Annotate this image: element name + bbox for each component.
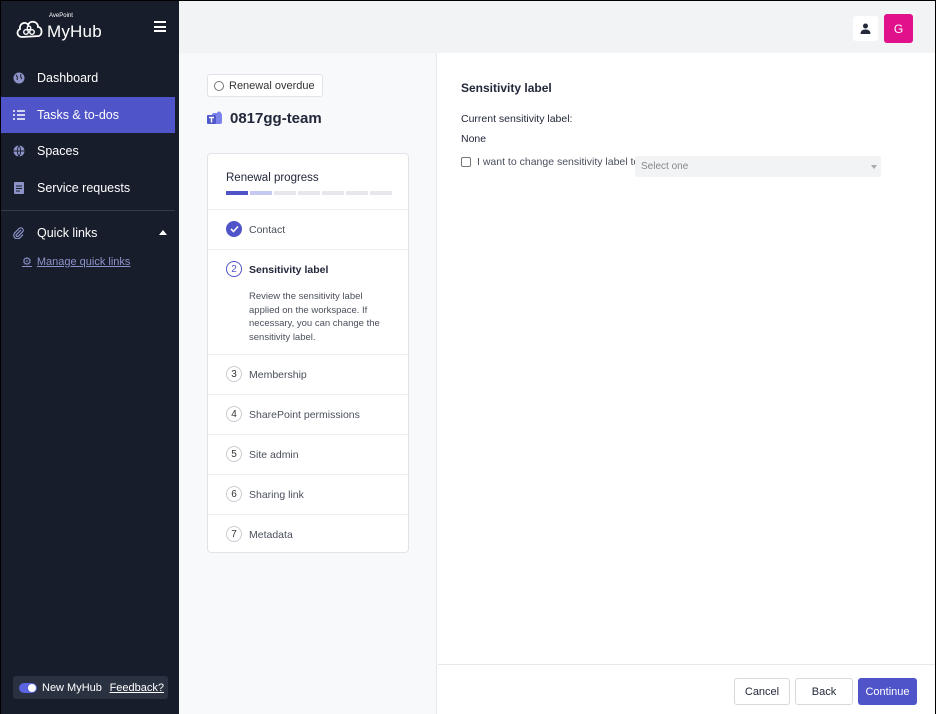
sidebar-item-label: Spaces — [37, 144, 79, 158]
sidebar-item-service-requests[interactable]: Service requests — [1, 170, 175, 206]
feedback-link[interactable]: Feedback? — [110, 682, 164, 694]
sidebar-item-spaces[interactable]: Spaces — [1, 133, 175, 169]
workspace-name: 0817gg-team — [230, 110, 322, 127]
step-membership[interactable]: 3 Membership — [208, 354, 408, 394]
user-profile-button[interactable] — [853, 16, 878, 41]
step-metadata[interactable]: 7 Metadata — [208, 514, 408, 552]
back-button[interactable]: Back — [795, 678, 853, 705]
globe-icon — [13, 72, 25, 84]
sidebar-item-tasks[interactable]: Tasks & to-dos — [1, 96, 175, 133]
step-number: 6 — [226, 486, 242, 502]
check-icon — [226, 221, 242, 237]
brand-name: MyHub — [47, 22, 102, 41]
manage-quick-links-link[interactable]: ⚙ Manage quick links — [1, 251, 175, 273]
current-label-title: Current sensitivity label: — [461, 113, 573, 125]
globe-icon — [13, 145, 25, 157]
new-myhub-bar: New MyHub Feedback? — [13, 676, 168, 699]
step-sharing-link[interactable]: 6 Sharing link — [208, 474, 408, 514]
step-number: 2 — [226, 261, 242, 277]
renewal-progress-card: Renewal progress Contact 2 Sensitivity l… — [207, 153, 409, 553]
progress-segment — [322, 191, 344, 195]
progress-bar — [226, 191, 392, 195]
sidebar-nav: Dashboard Tasks & to-dos Spaces Service … — [1, 60, 175, 273]
progress-segment — [250, 191, 272, 195]
sidebar-item-label: Tasks & to-dos — [37, 107, 119, 122]
quick-links-toggle[interactable]: Quick links — [1, 215, 175, 251]
sidebar: AvePoint MyHub Dashboard Tasks & to-dos … — [0, 0, 179, 714]
step-label: Sensitivity label — [249, 264, 329, 276]
workspace-header: 0817gg-team — [207, 110, 322, 127]
quick-links-label: Quick links — [37, 225, 98, 240]
cancel-button[interactable]: Cancel — [734, 678, 790, 705]
circle-icon — [214, 80, 224, 91]
workspace-panel: Renewal overdue 0817gg-team Renewal prog… — [179, 53, 437, 714]
step-number: 3 — [226, 366, 242, 382]
manage-quick-links-label: Manage quick links — [36, 255, 131, 268]
step-label: Metadata — [249, 529, 293, 541]
caret-up-icon — [159, 229, 167, 235]
sidebar-item-label: Dashboard — [37, 71, 99, 85]
sensitivity-label-panel: Sensitivity label Current sensitivity la… — [438, 53, 936, 714]
continue-button[interactable]: Continue — [858, 678, 917, 705]
progress-segment — [274, 191, 296, 195]
step-label: Sharing link — [249, 489, 304, 501]
new-myhub-label: New MyHub — [42, 681, 102, 694]
step-label: Contact — [249, 224, 286, 236]
chevron-down-icon — [871, 165, 877, 169]
sidebar-item-label: Service requests — [37, 180, 131, 195]
step-number: 7 — [226, 526, 242, 542]
progress-segment — [298, 191, 320, 195]
paperclip-icon — [13, 226, 25, 239]
brand-small-text: AvePoint — [49, 13, 73, 19]
status-badge: Renewal overdue — [207, 74, 323, 97]
current-label-value: None — [461, 133, 487, 145]
avatar[interactable]: G — [884, 14, 913, 43]
section-title: Sensitivity label — [461, 81, 552, 95]
step-label: SharePoint permissions — [249, 409, 360, 421]
new-myhub-toggle[interactable] — [19, 682, 37, 693]
select-placeholder: Select one — [641, 161, 689, 172]
user-icon — [860, 23, 871, 34]
cloud-logo-icon — [16, 20, 43, 38]
teams-icon — [207, 111, 222, 124]
sidebar-item-dashboard[interactable]: Dashboard — [1, 60, 175, 96]
progress-segment — [346, 191, 368, 195]
progress-segment — [370, 191, 392, 195]
sidebar-divider — [1, 209, 175, 211]
myhub-logo[interactable]: AvePoint MyHub — [15, 13, 102, 44]
step-sensitivity-label[interactable]: 2 Sensitivity label Review the sensitivi… — [208, 249, 408, 354]
step-number: 5 — [226, 446, 242, 462]
status-text: Renewal overdue — [229, 79, 315, 92]
document-icon — [13, 181, 25, 194]
progress-segment — [226, 191, 248, 195]
change-label-text: I want to change sensitivity label to — [477, 156, 640, 168]
checklist-icon — [13, 109, 25, 121]
sensitivity-label-select[interactable]: Select one — [635, 156, 881, 177]
top-bar: G — [179, 0, 936, 53]
change-label-row: I want to change sensitivity label to — [461, 156, 639, 168]
step-contact[interactable]: Contact — [208, 209, 408, 249]
step-number: 4 — [226, 406, 242, 422]
step-site-admin[interactable]: 5 Site admin — [208, 434, 408, 474]
change-label-checkbox[interactable] — [461, 157, 471, 167]
progress-title: Renewal progress — [226, 172, 319, 184]
step-sharepoint-permissions[interactable]: 4 SharePoint permissions — [208, 394, 408, 434]
gear-icon: ⚙ — [22, 256, 32, 268]
step-label: Membership — [249, 369, 307, 381]
step-description: Review the sensitivity label applied on … — [249, 291, 380, 343]
step-label: Site admin — [249, 449, 299, 461]
menu-toggle-icon[interactable] — [154, 21, 166, 32]
action-footer: Cancel Back Continue — [438, 664, 935, 714]
